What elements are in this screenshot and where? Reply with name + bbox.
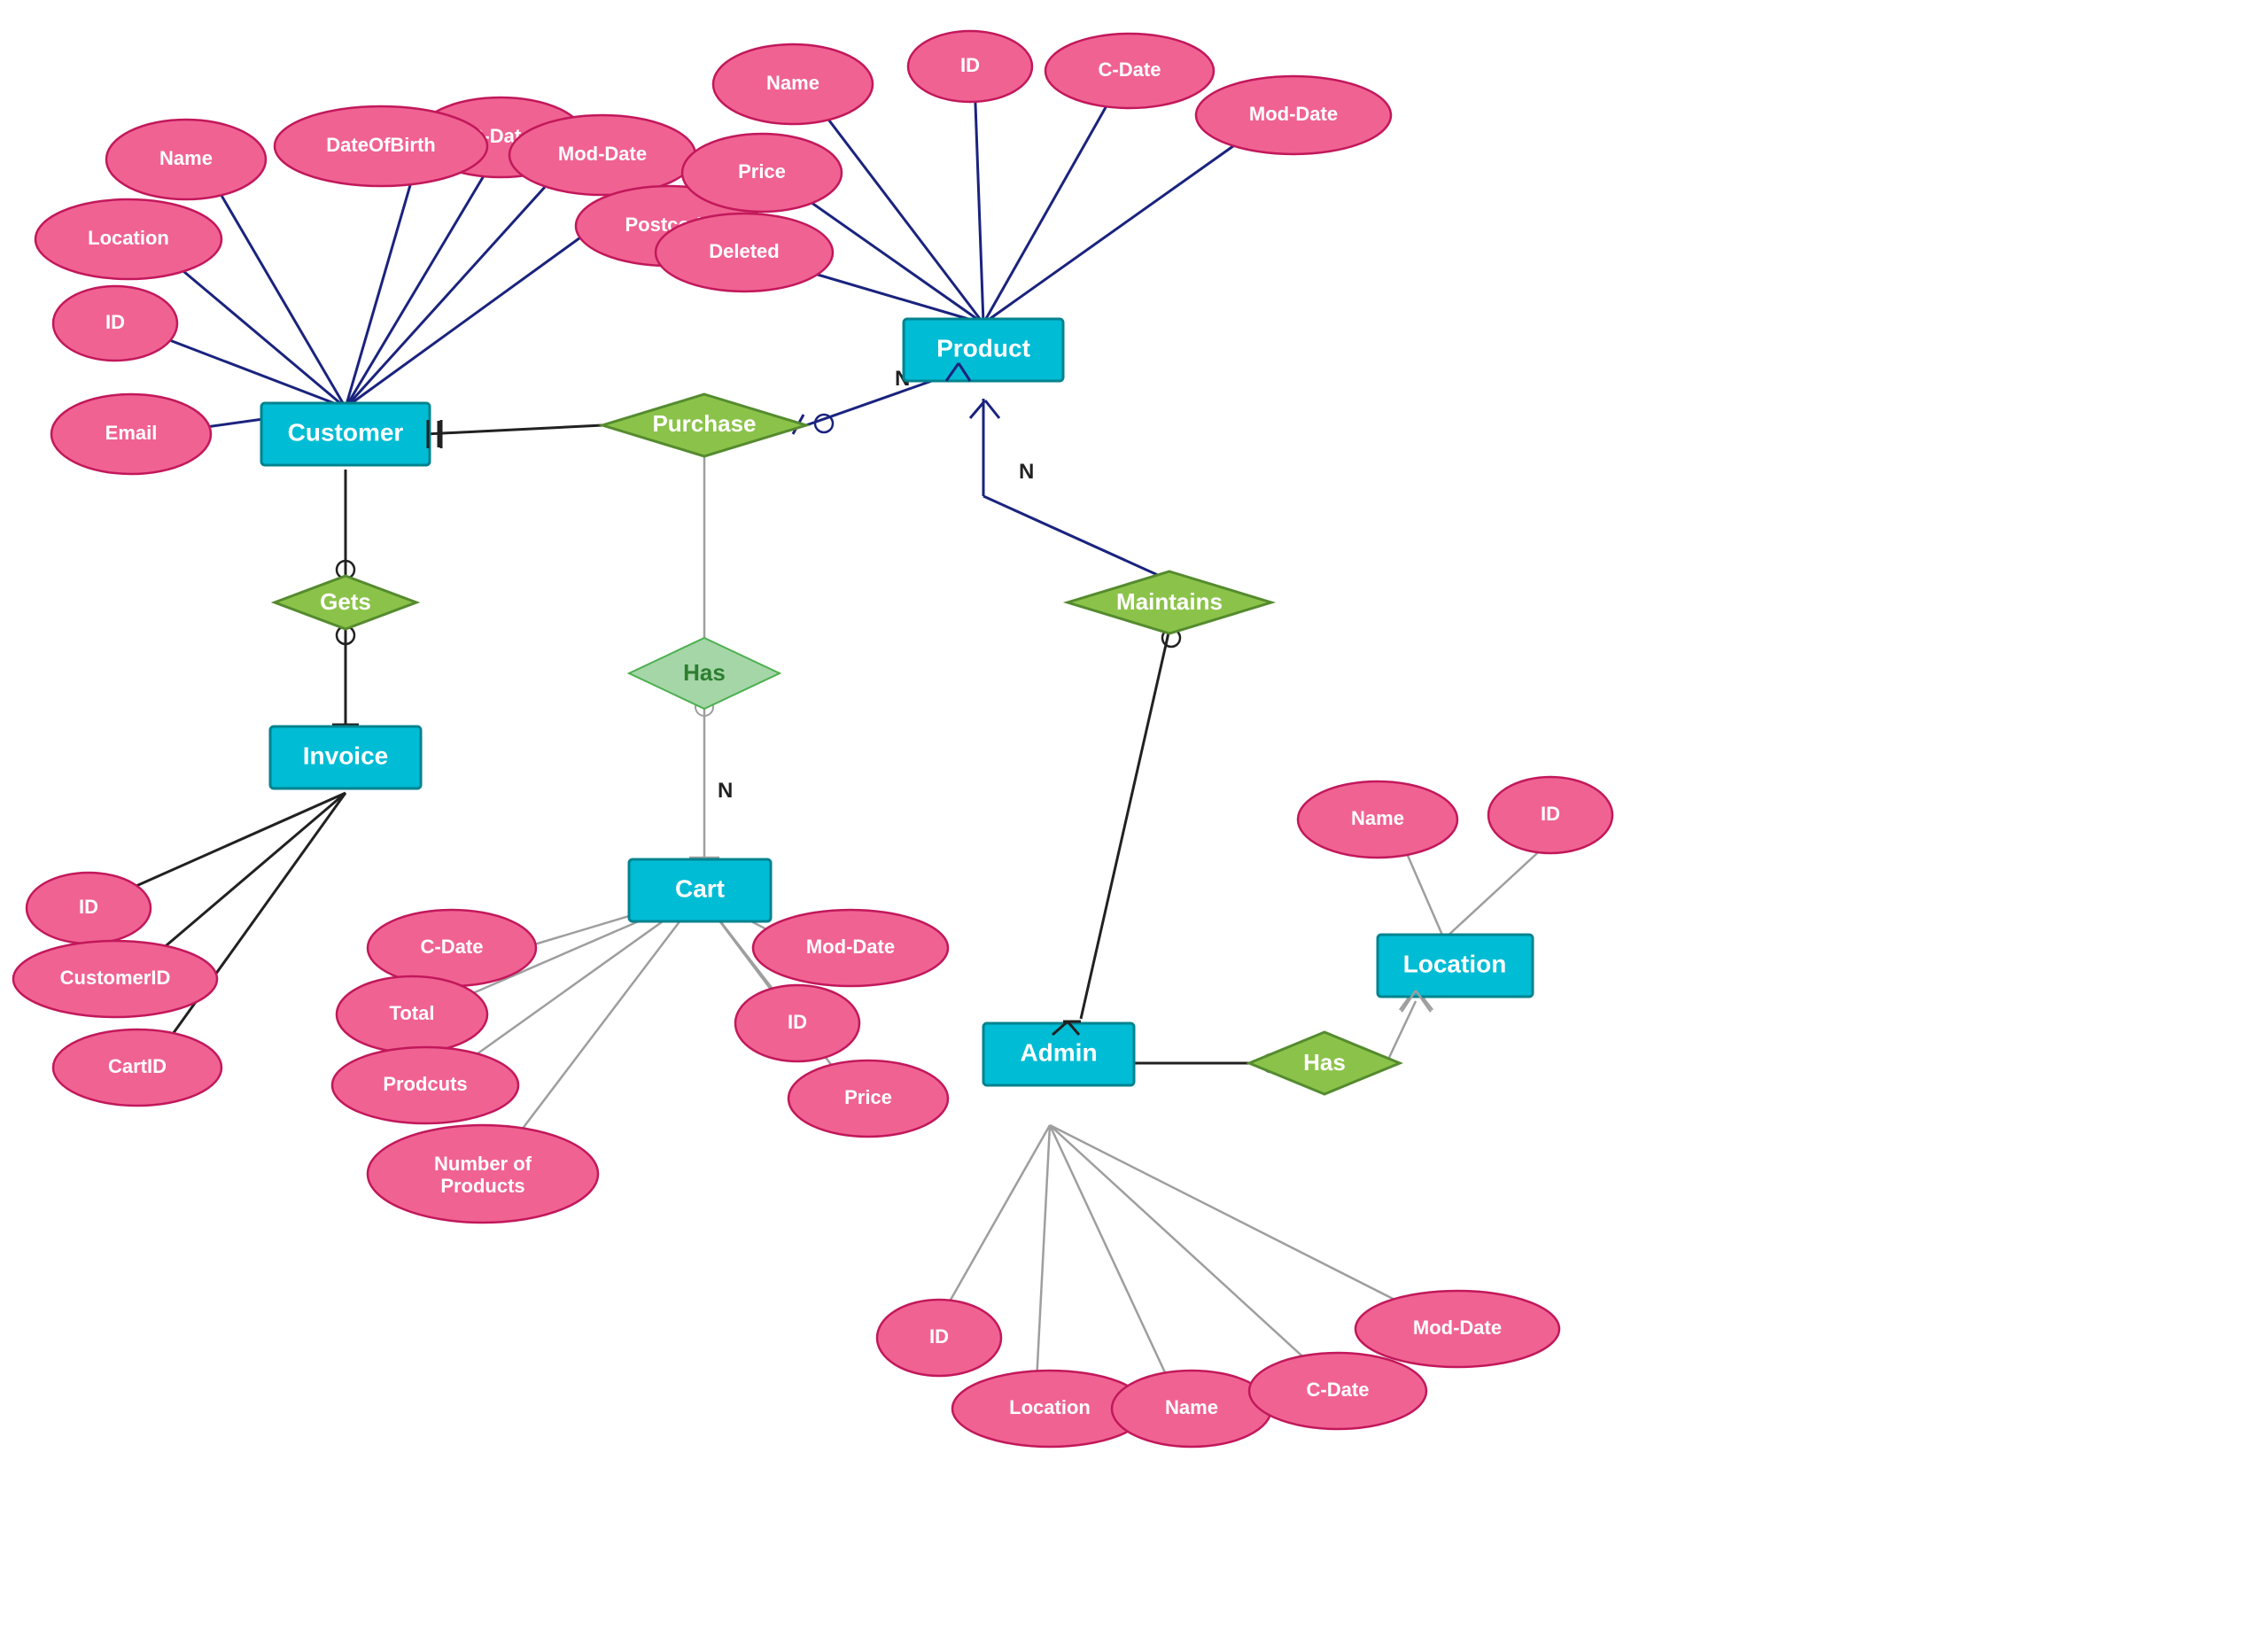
- svg-text:ID: ID: [105, 311, 125, 333]
- svg-text:CustomerID: CustomerID: [60, 967, 171, 989]
- svg-text:C-Date: C-Date: [1307, 1379, 1370, 1401]
- svg-text:C-Date: C-Date: [421, 936, 484, 958]
- svg-text:C-Date: C-Date: [1099, 58, 1161, 81]
- svg-text:ID: ID: [960, 54, 980, 76]
- er-diagram: N N N: [0, 0, 2268, 1639]
- svg-text:N: N: [718, 779, 733, 803]
- relationship-maintains-label: Maintains: [1116, 588, 1223, 615]
- entity-cart-label: Cart: [675, 874, 725, 902]
- svg-text:Price: Price: [844, 1086, 892, 1108]
- svg-text:Name: Name: [1165, 1396, 1218, 1418]
- svg-text:ID: ID: [79, 896, 98, 918]
- svg-text:Name: Name: [766, 72, 819, 94]
- svg-text:Mod-Date: Mod-Date: [1249, 103, 1338, 125]
- svg-text:Name: Name: [159, 147, 213, 169]
- svg-text:N: N: [1019, 460, 1034, 484]
- entity-customer-label: Customer: [288, 418, 404, 446]
- svg-text:Mod-Date: Mod-Date: [806, 936, 895, 958]
- svg-text:Total: Total: [390, 1002, 435, 1024]
- svg-text:Price: Price: [738, 160, 786, 183]
- relationship-gets-label: Gets: [320, 588, 371, 615]
- svg-text:Number of: Number of: [434, 1153, 532, 1175]
- entity-location-label: Location: [1403, 950, 1507, 977]
- svg-text:Email: Email: [105, 422, 158, 444]
- relationship-has-location-label: Has: [1303, 1049, 1346, 1076]
- svg-text:ID: ID: [929, 1325, 949, 1348]
- svg-text:Mod-Date: Mod-Date: [558, 143, 647, 165]
- svg-text:ID: ID: [788, 1011, 807, 1033]
- entity-product-label: Product: [936, 334, 1030, 361]
- entity-invoice-label: Invoice: [303, 742, 388, 769]
- svg-text:CartID: CartID: [108, 1055, 167, 1077]
- relationship-purchase-label: Purchase: [652, 410, 756, 437]
- svg-text:Mod-Date: Mod-Date: [1413, 1317, 1502, 1339]
- svg-text:Location: Location: [88, 227, 169, 249]
- entity-admin-label: Admin: [1020, 1038, 1097, 1066]
- svg-text:ID: ID: [1541, 803, 1560, 825]
- svg-text:Products: Products: [440, 1175, 524, 1197]
- svg-text:DateOfBirth: DateOfBirth: [326, 134, 435, 156]
- svg-text:Deleted: Deleted: [709, 240, 779, 262]
- svg-text:Location: Location: [1009, 1396, 1091, 1418]
- svg-text:Name: Name: [1351, 807, 1404, 829]
- relationship-has-cart-label: Has: [683, 659, 726, 686]
- svg-text:Prodcuts: Prodcuts: [383, 1073, 467, 1095]
